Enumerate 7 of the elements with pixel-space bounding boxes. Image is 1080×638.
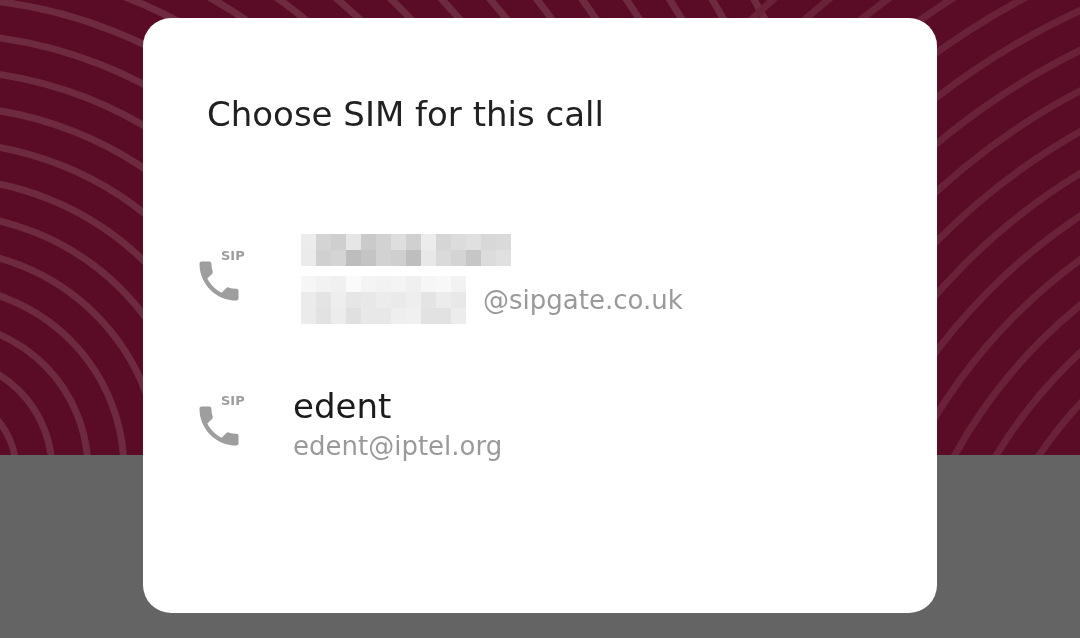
sip-label: SIP (221, 394, 245, 408)
sip-label: SIP (221, 249, 245, 263)
account-address: edent@iptel.org (293, 430, 503, 463)
dialog-title: Choose SIM for this call (207, 93, 605, 136)
account-name: edent (293, 385, 393, 428)
account-item[interactable]: SIP edent edent@iptel.org (193, 384, 833, 464)
account-address: @sipgate.co.uk (483, 284, 683, 317)
